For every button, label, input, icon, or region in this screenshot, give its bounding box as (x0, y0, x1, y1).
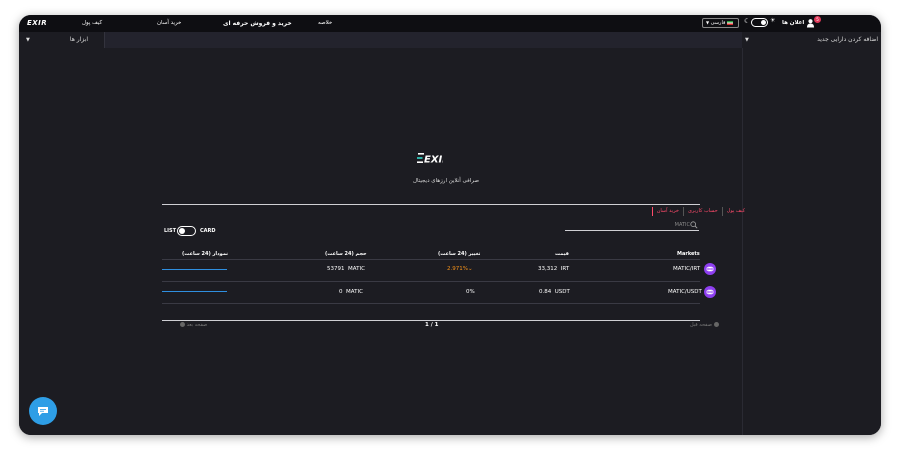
row-divider (162, 303, 700, 304)
previous-page-button[interactable]: صفحه قبل (690, 322, 719, 328)
sparkline-chart (162, 269, 227, 270)
language-select[interactable]: ▼ فارسی (702, 18, 739, 28)
sparkline-chart (162, 291, 227, 292)
top-navigation-bar: EXIR کیف پول خرید آسان خرید و فروش حرفه … (19, 15, 881, 32)
chevron-down-icon: ▼ (745, 37, 749, 43)
theme-toggle[interactable] (751, 18, 768, 27)
trend-down-icon: ⌄ (467, 266, 473, 272)
market-pair: MATIC/USDT (668, 289, 702, 295)
row-divider (162, 281, 700, 282)
tools-label: ابزار ها (69, 36, 88, 43)
page-indicator: 1 / 1 (425, 322, 439, 328)
open-tabs-strip (105, 32, 742, 48)
list-label: LIST (164, 228, 177, 234)
tools-dropdown[interactable]: ▼ ابزار ها (19, 32, 105, 48)
search-icon[interactable] (690, 221, 698, 229)
exir-logo[interactable]: EXIR (27, 15, 47, 32)
market-search (565, 220, 699, 231)
moon-icon: ☾ (744, 17, 751, 25)
section-divider (162, 204, 700, 205)
language-label: فارسی (710, 20, 726, 26)
next-page-button[interactable]: صفحه بعد (180, 322, 207, 328)
table-bottom-divider (162, 320, 700, 321)
quick-links: خرید آسان حساب کاربری کیف پول (651, 207, 749, 216)
search-input[interactable] (565, 220, 690, 230)
tools-bar: ▼ ابزار ها ▼ اضافه کردن دارایی جدید (19, 32, 881, 48)
link-wallet[interactable]: کیف پول (721, 207, 749, 216)
chevron-down-icon: ▼ (26, 37, 30, 43)
add-asset-dropdown[interactable]: ▼ اضافه کردن دارایی جدید (742, 32, 881, 48)
tagline: صرافی آنلاین ارزهای دیجیتال (413, 178, 479, 184)
nav-pro-trade-link[interactable]: خرید و فروش حرفه ای (223, 15, 292, 32)
nav-summary-link[interactable]: خلاصه (318, 15, 332, 32)
iran-flag-icon (726, 20, 733, 25)
price-cell: 0.84 USDT (539, 289, 570, 295)
header-markets: Markets (677, 251, 700, 257)
main-content (19, 48, 742, 435)
chat-support-button[interactable] (29, 397, 57, 425)
header-price: قیمت (555, 251, 569, 257)
nav-wallet-link[interactable]: کیف پول (82, 15, 102, 32)
header-change: تغییر (24 ساعت) (438, 251, 481, 257)
arrow-left-icon (180, 322, 185, 327)
volume-cell: 53791 MATIC (327, 266, 365, 272)
change-cell: 2.971%⌄ (447, 266, 473, 272)
notification-badge: 5 (814, 16, 821, 23)
price-cell: 33,312 IRT (538, 266, 570, 272)
exir-brand-logo: EXIR (417, 153, 443, 164)
right-panel (742, 48, 881, 435)
chevron-down-icon: ▼ (706, 20, 710, 25)
header-volume: حجم (24 ساعت) (325, 251, 367, 257)
add-asset-label: اضافه کردن دارایی جدید (817, 36, 878, 43)
change-cell: 0% (466, 289, 475, 295)
brand-text: EXIR (424, 155, 443, 164)
market-pair: MATIC/IRT (673, 266, 701, 272)
sun-icon: ☀ (770, 17, 776, 24)
view-switch[interactable] (177, 226, 196, 236)
chat-bubble-icon (38, 407, 48, 416)
nav-quick-buy-link[interactable]: خرید آسان (157, 15, 181, 32)
header-underline (162, 259, 700, 260)
arrow-right-icon (713, 322, 719, 327)
header-chart: نمودار (24 ساعت) (182, 251, 229, 257)
notifications-label[interactable]: اعلان ها (782, 15, 804, 32)
matic-coin-icon (704, 263, 716, 275)
link-quick-buy[interactable]: خرید آسان (651, 207, 683, 216)
link-account[interactable]: حساب کاربری (682, 207, 722, 216)
card-label: CARD (200, 228, 216, 234)
app-window: EXIR کیف پول خرید آسان خرید و فروش حرفه … (19, 15, 881, 435)
volume-cell: 0 MATIC (339, 289, 363, 295)
matic-coin-icon (704, 286, 716, 298)
